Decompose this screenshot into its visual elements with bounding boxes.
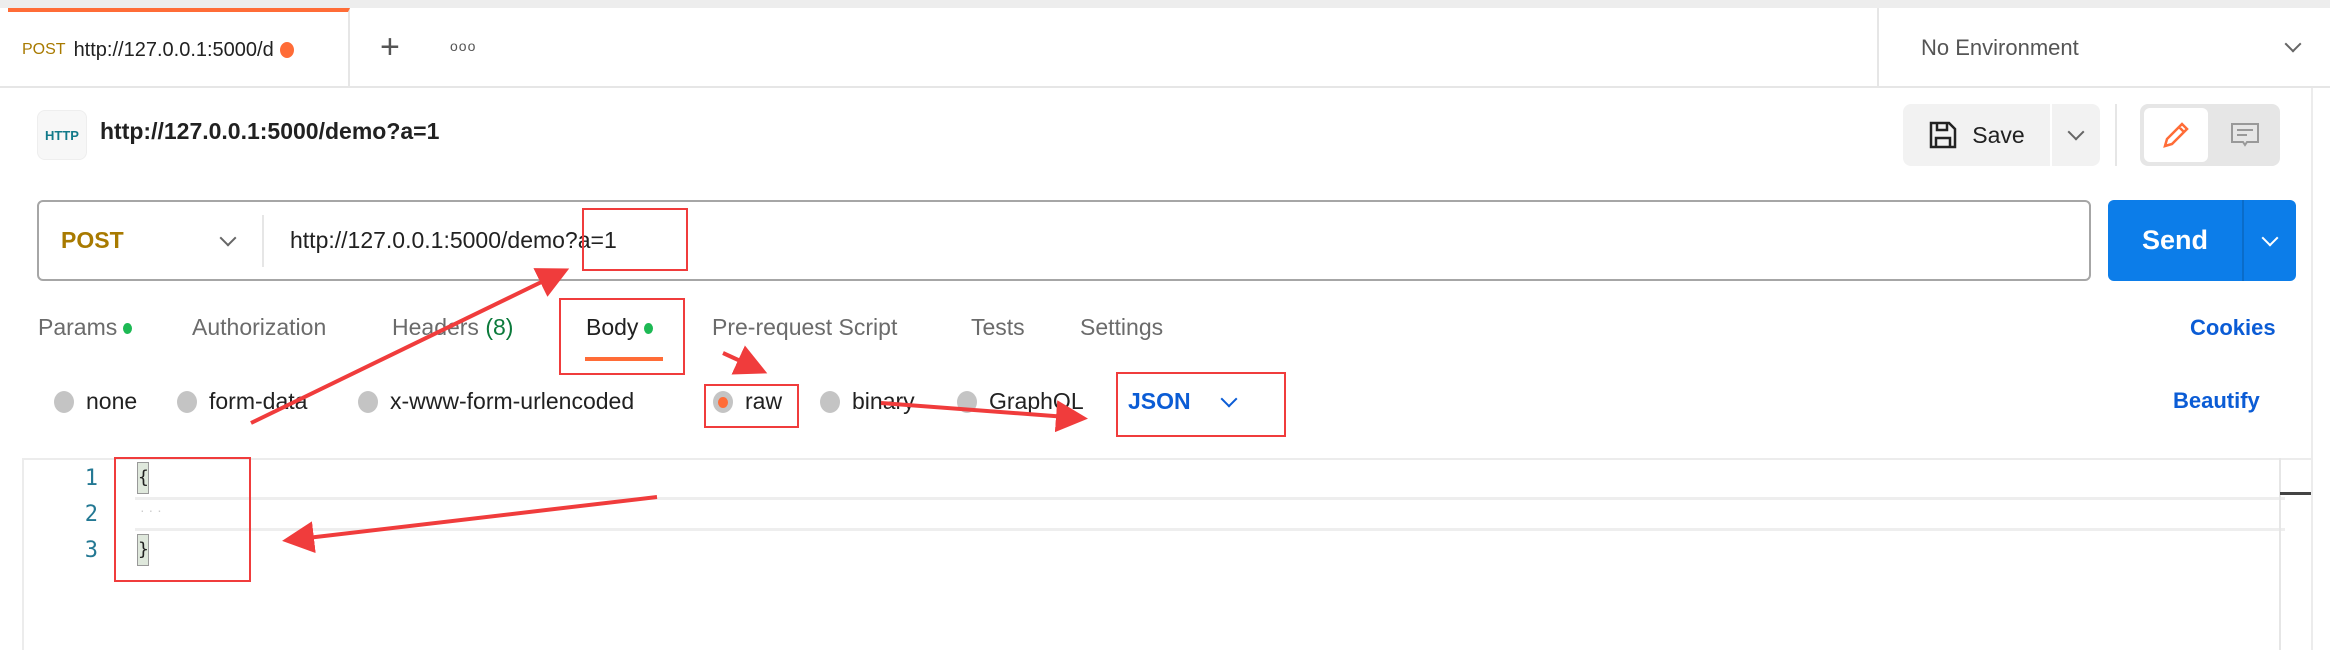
- annotation-box-body: [559, 298, 685, 375]
- annotation-arrow: [722, 345, 768, 375]
- annotation-box-raw: [704, 384, 799, 428]
- annotation-overlay: [114, 208, 1286, 582]
- annotation-arrow: [250, 268, 570, 425]
- annotation-box-query: [582, 208, 688, 271]
- annotation-arrow: [880, 400, 1088, 433]
- annotation-arrow: [282, 495, 658, 554]
- annotation-box-json: [1116, 372, 1286, 437]
- annotation-box-editor: [114, 457, 251, 582]
